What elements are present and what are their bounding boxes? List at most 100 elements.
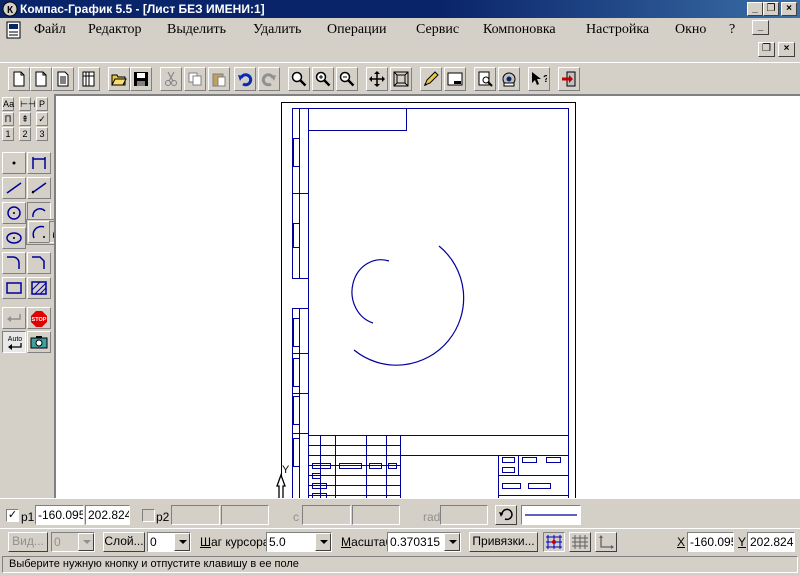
tab-p[interactable]: П (2, 112, 14, 126)
menu-editor[interactable]: Редактор (88, 22, 142, 38)
segment-tool-button[interactable] (2, 177, 26, 199)
view-select[interactable]: 0 (51, 532, 95, 552)
tab-edit[interactable]: ⇞ (19, 112, 31, 126)
status-bar: Выберите нужную кнопку и отпустите клави… (0, 554, 800, 576)
snapshot-button[interactable] (27, 331, 51, 353)
menu-settings[interactable]: Настройка (586, 22, 649, 38)
tab-3[interactable]: 3 (36, 127, 48, 141)
close-button[interactable]: × (781, 2, 797, 16)
tab-dimensions[interactable]: ⊢⊣ (19, 97, 36, 111)
menu-help[interactable]: ? (729, 22, 735, 38)
print-preview-button[interactable] (474, 67, 496, 91)
layer-select[interactable]: 0 (147, 532, 191, 552)
zoom-window-button[interactable] (288, 67, 310, 91)
menu-operations[interactable]: Операции (327, 22, 387, 38)
context-help-button[interactable]: ? (528, 67, 550, 91)
exit-button[interactable] (558, 67, 580, 91)
document-icon[interactable] (6, 21, 22, 39)
circle-tool-button[interactable] (2, 202, 26, 224)
p2-label: p2 (156, 510, 170, 524)
p1-x-field[interactable]: -160.095 (35, 505, 84, 525)
redo-button[interactable] (258, 67, 280, 91)
fillet-icon (7, 256, 20, 269)
drawing-sheet[interactable]: Y (56, 96, 800, 498)
new-text-button[interactable] (52, 67, 74, 91)
snaps-button[interactable]: Привязки... (469, 532, 538, 552)
grid-button[interactable] (569, 532, 591, 552)
ellipse-tool-button[interactable] (2, 227, 26, 249)
show-all-button[interactable] (390, 67, 412, 91)
scale-select[interactable]: 0.370315 (387, 532, 461, 552)
main-toolbar: ? (0, 62, 800, 94)
p2-checkbox[interactable] (142, 509, 155, 522)
new-fragment-button[interactable] (30, 67, 52, 91)
local-cs-button[interactable] (595, 532, 617, 552)
tab-2[interactable]: 2 (19, 127, 31, 141)
p1-checkbox[interactable]: ✓ (6, 509, 19, 522)
cut-icon (165, 71, 177, 86)
pan-button[interactable] (366, 67, 388, 91)
menu-window[interactable]: Окно (675, 22, 706, 38)
x-coord-field[interactable]: -160.095 (687, 532, 734, 552)
edit-style-button[interactable] (420, 67, 442, 91)
stop-button[interactable]: STOP (27, 307, 51, 329)
drawn-arcs[interactable] (351, 245, 465, 366)
grid-snap-toggle[interactable] (543, 532, 565, 552)
cursor-step-select[interactable]: 5.0 (266, 532, 332, 552)
zoom-in-button[interactable] (312, 67, 334, 91)
auto-create-toggle[interactable]: Auto (2, 331, 26, 353)
rectangle-tool-button[interactable] (2, 277, 26, 299)
zoom-out-button[interactable] (336, 67, 358, 91)
restore-button[interactable]: ❐ (763, 2, 779, 16)
open-button[interactable] (108, 67, 130, 91)
hatch-tool-button[interactable] (27, 277, 51, 299)
open-folder-icon (111, 74, 127, 86)
tab-measure[interactable]: ✓ (36, 112, 48, 126)
menu-select[interactable]: Выделить (167, 22, 226, 38)
line-style-preview (525, 514, 577, 516)
c-y-field[interactable] (352, 505, 400, 525)
x-coord-label: X (677, 535, 686, 549)
undo-button[interactable] (234, 67, 256, 91)
tab-r[interactable]: Р (36, 97, 48, 111)
menu-layout[interactable]: Компоновка (483, 22, 556, 38)
doc-close-button[interactable]: × (778, 42, 795, 57)
save-button[interactable] (130, 67, 152, 91)
print-button[interactable] (498, 67, 520, 91)
parallel-line-tool-button[interactable] (27, 177, 51, 199)
c-x-field[interactable] (302, 505, 351, 525)
p2-x-field[interactable] (171, 505, 220, 525)
exit-icon (562, 71, 576, 87)
drawing-canvas[interactable]: Y (54, 94, 800, 498)
view-button[interactable]: Вид... (8, 532, 48, 552)
tab-text[interactable]: Аа (2, 97, 14, 111)
minimize-button[interactable]: _ (747, 2, 763, 16)
y-coord-field[interactable]: 202.824 (747, 532, 795, 552)
p1-y-field[interactable]: 202.824 (85, 505, 130, 525)
paste-button[interactable] (208, 67, 230, 91)
fillet-tool-button[interactable] (2, 252, 26, 274)
layer-button[interactable]: Слой... (103, 532, 145, 552)
enter-object-button[interactable] (2, 307, 26, 329)
point-tool-button[interactable] (2, 152, 26, 174)
arc-direction-button[interactable] (495, 505, 517, 525)
rad-label: rad (423, 510, 441, 524)
aux-line-tool-button[interactable] (27, 152, 51, 174)
menu-delete[interactable]: Удалить (253, 22, 301, 38)
cut-button[interactable] (160, 67, 182, 91)
p2-y-field[interactable] (221, 505, 269, 525)
doc-restore-button[interactable]: ❐ (758, 42, 775, 57)
menu-file[interactable]: Файл (34, 22, 66, 38)
radius-field[interactable] (440, 505, 488, 525)
chamfer-tool-button[interactable] (27, 252, 51, 274)
copy-button[interactable] (184, 67, 206, 91)
new-sheet-button[interactable] (8, 67, 30, 91)
sheet-format-button[interactable] (444, 67, 466, 91)
doc-minimize-button[interactable]: _ (752, 20, 769, 35)
current-state-bar: Вид... 0 Слой... 0 Шаг курсора 5.0 Масшт… (0, 528, 800, 554)
status-message: Выберите нужную кнопку и отпустите клави… (2, 556, 798, 573)
tab-1[interactable]: 1 (2, 127, 14, 141)
line-style-field[interactable] (521, 505, 581, 525)
menu-service[interactable]: Сервис (416, 22, 459, 38)
new-spec-button[interactable] (78, 67, 100, 91)
